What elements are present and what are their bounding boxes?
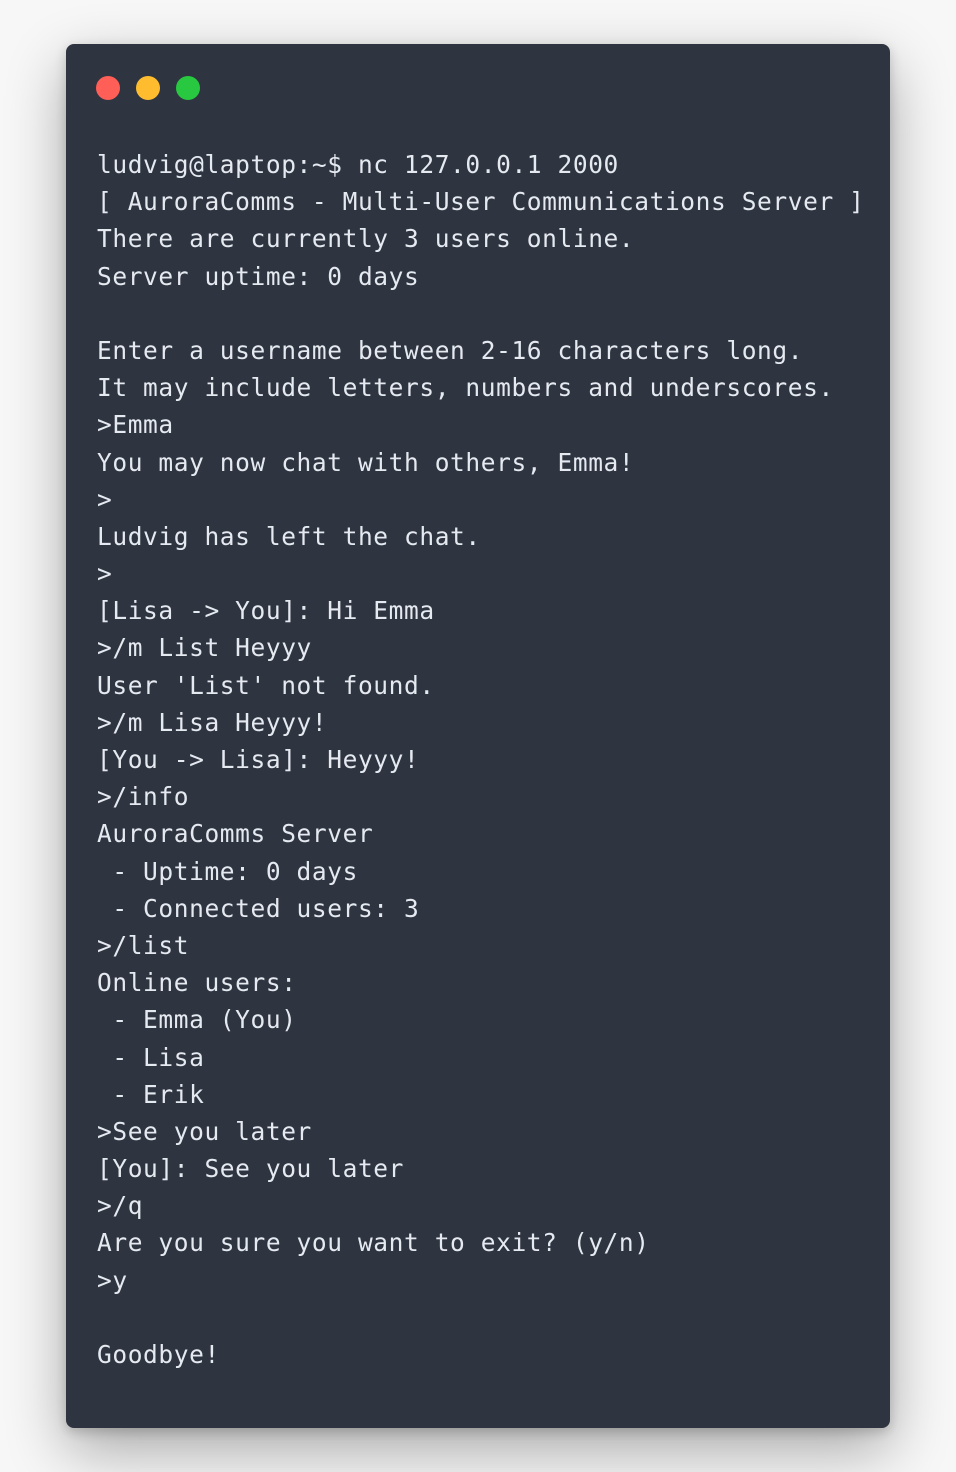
terminal-line: It may include letters, numbers and unde…: [97, 373, 834, 403]
terminal-line: Enter a username between 2-16 characters…: [97, 335, 804, 365]
terminal-line: >/m Lisa Heyyy!: [97, 707, 328, 737]
terminal-line: Goodbye!: [97, 1340, 220, 1369]
minimize-button[interactable]: [136, 76, 160, 100]
terminal-output[interactable]: ludvig@laptop:~$ nc 127.0.0.1 2000 [ Auro…: [97, 146, 877, 1373]
terminal-line: [You]: See you later: [97, 1154, 405, 1184]
terminal-line: Ludvig has left the chat.: [97, 521, 481, 551]
terminal-line: [ AuroraComms - Multi-User Communication…: [97, 187, 865, 217]
maximize-button[interactable]: [176, 76, 200, 100]
terminal-line: - Uptime: 0 days: [97, 856, 358, 886]
terminal-line: - Lisa: [97, 1042, 205, 1072]
terminal-line: - Connected users: 3: [97, 893, 420, 923]
terminal-line: >y: [97, 1265, 128, 1295]
terminal-line: AuroraComms Server: [97, 819, 374, 849]
terminal-line: - Emma (You): [97, 1005, 297, 1035]
terminal-line: Are you sure you want to exit? (y/n): [97, 1228, 650, 1258]
terminal-line: >/m List Heyyy: [97, 633, 312, 663]
terminal-line: Online users:: [97, 968, 297, 998]
terminal-line: [You -> Lisa]: Heyyy!: [97, 745, 420, 774]
terminal-line: There are currently 3 users online.: [97, 224, 635, 254]
terminal-line: ludvig@laptop:~$ nc 127.0.0.1 2000: [97, 150, 619, 179]
terminal-line: >/info: [97, 782, 190, 812]
close-button[interactable]: [96, 76, 120, 100]
terminal-line: >/list: [97, 930, 190, 960]
terminal-line: You may now chat with others, Emma!: [97, 447, 635, 477]
terminal-line: - Erik: [97, 1079, 205, 1109]
window-titlebar: [96, 76, 200, 100]
terminal-window: ludvig@laptop:~$ nc 127.0.0.1 2000 [ Auro…: [66, 44, 890, 1428]
terminal-line: >: [97, 559, 113, 589]
terminal-line: >/q: [97, 1191, 144, 1221]
terminal-line: [Lisa -> You]: Hi Emma: [97, 596, 435, 626]
terminal-line: User 'List' not found.: [97, 670, 435, 700]
terminal-line: >Emma: [97, 410, 174, 440]
terminal-line: >: [97, 484, 113, 514]
terminal-line: >See you later: [97, 1116, 312, 1146]
terminal-line: Server uptime: 0 days: [97, 261, 420, 291]
